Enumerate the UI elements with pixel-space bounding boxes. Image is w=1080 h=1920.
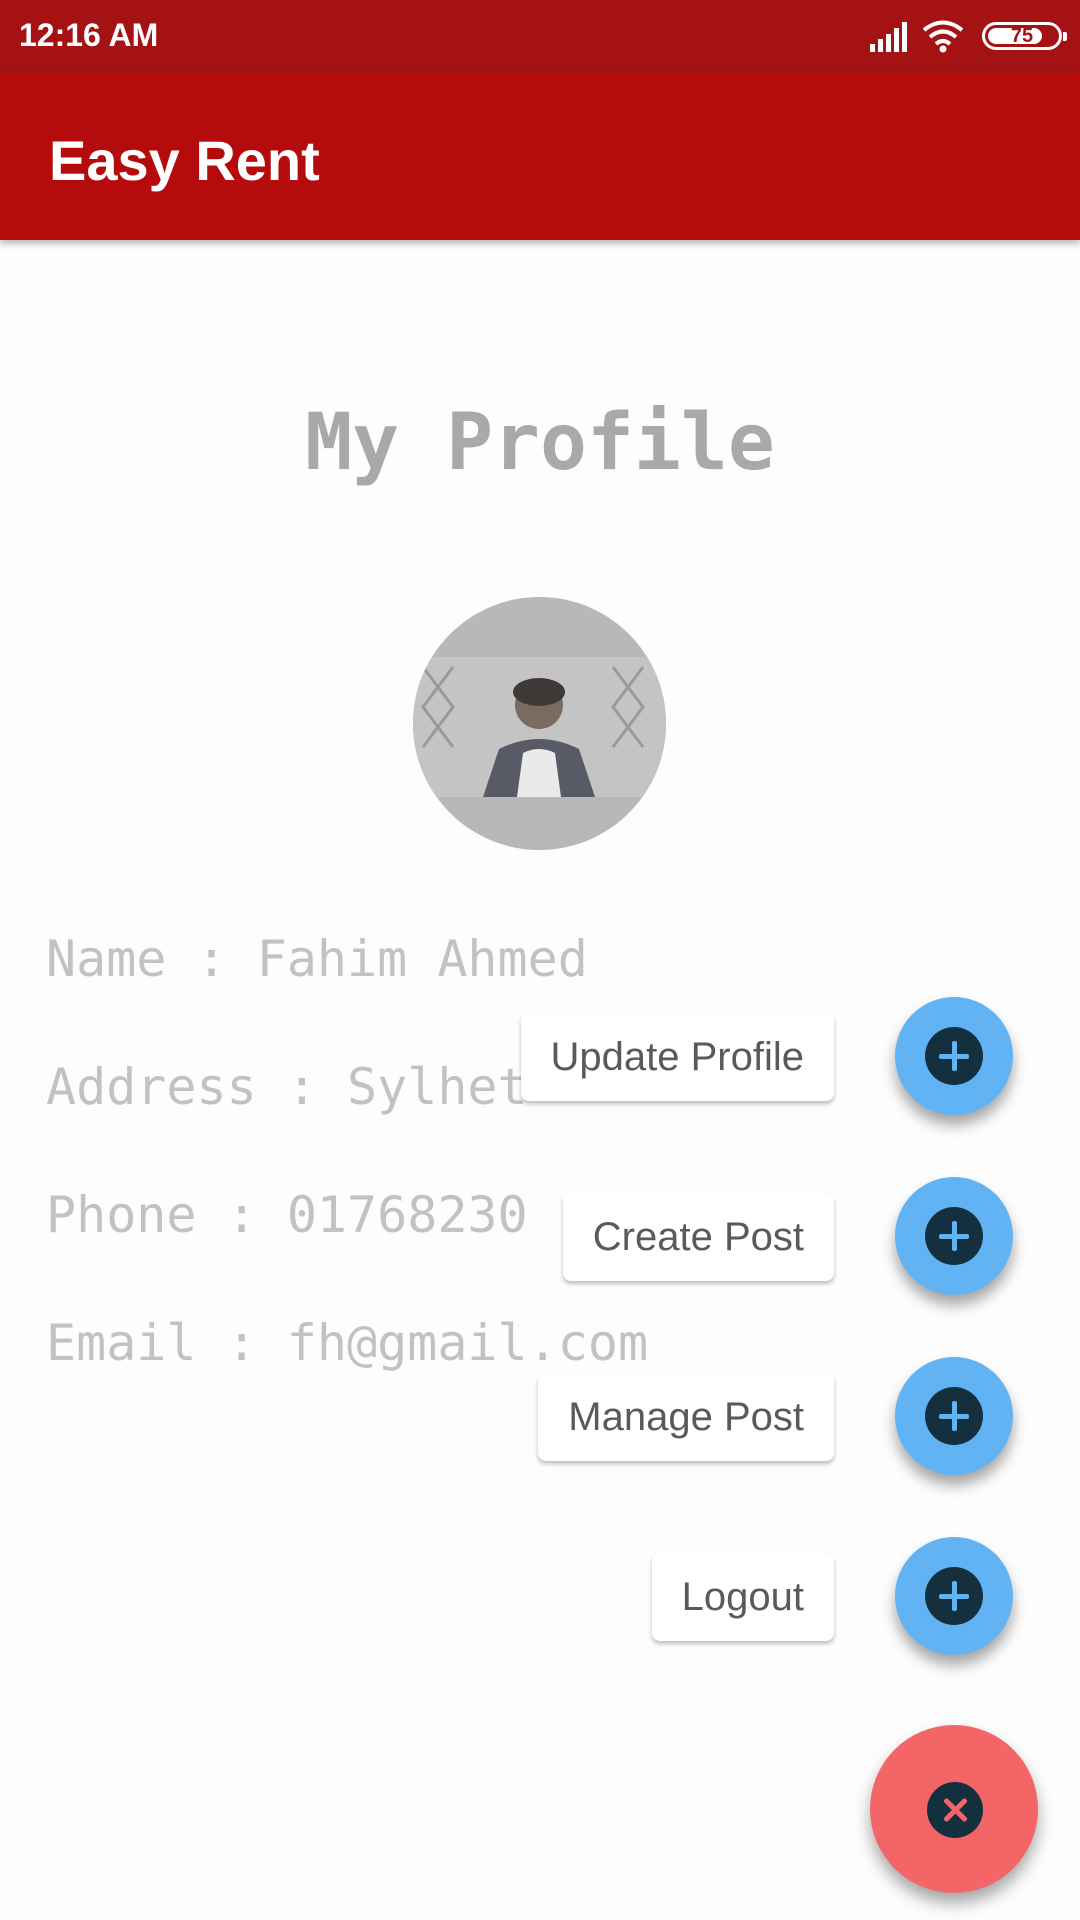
status-time: 12:16 AM xyxy=(19,17,159,53)
avatar xyxy=(413,597,666,850)
battery-icon: 75 xyxy=(982,22,1067,50)
fab-action-create-post: Create Post xyxy=(0,1166,1080,1295)
fab-action-logout: Logout xyxy=(0,1526,1080,1655)
update-profile-button[interactable] xyxy=(895,997,1013,1115)
plus-icon xyxy=(925,1207,983,1265)
app-title: Easy Rent xyxy=(49,129,320,192)
plus-icon xyxy=(925,1387,983,1445)
plus-icon xyxy=(925,1027,983,1085)
profile-photo xyxy=(413,657,666,797)
close-icon xyxy=(927,1782,983,1838)
update-profile-label[interactable]: Update Profile xyxy=(520,1013,834,1101)
manage-post-label[interactable]: Manage Post xyxy=(538,1373,834,1461)
status-icons: 75 xyxy=(842,18,1067,54)
plus-icon xyxy=(925,1567,983,1625)
profile-name: Name : Fahim Ahmed xyxy=(46,930,588,988)
close-fab-menu-button[interactable] xyxy=(870,1725,1038,1893)
logout-button[interactable] xyxy=(895,1537,1013,1655)
manage-post-button[interactable] xyxy=(895,1357,1013,1475)
fab-action-manage-post: Manage Post xyxy=(0,1346,1080,1475)
fab-action-update-profile: Update Profile xyxy=(0,986,1080,1115)
create-post-button[interactable] xyxy=(895,1177,1013,1295)
signal-icon xyxy=(870,22,907,52)
status-bar: 12:16 AM 75 xyxy=(0,0,1080,73)
app-bar: Easy Rent xyxy=(0,73,1080,240)
page-title: My Profile xyxy=(305,398,775,488)
logout-label[interactable]: Logout xyxy=(651,1553,834,1641)
wifi-icon xyxy=(922,20,964,53)
create-post-label[interactable]: Create Post xyxy=(562,1193,834,1281)
person-photo-icon xyxy=(413,657,666,797)
battery-level: 75 xyxy=(1010,25,1034,47)
